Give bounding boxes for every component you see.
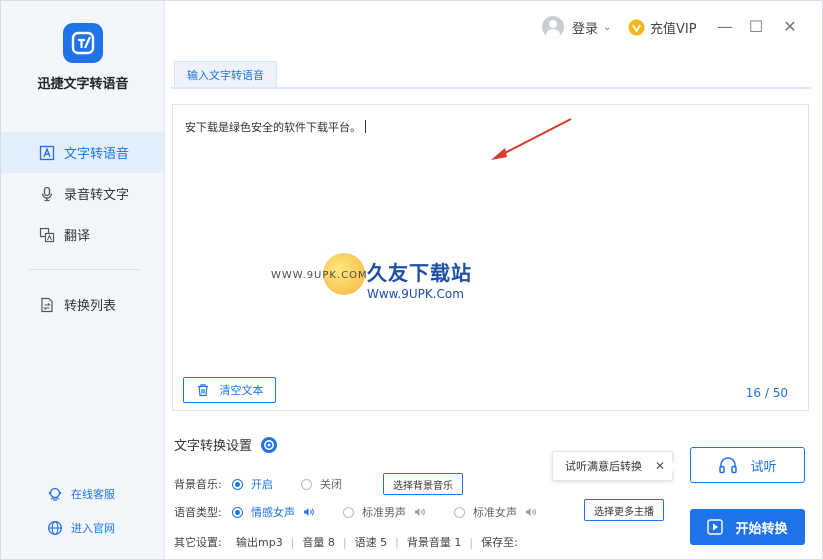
char-counter: 16 / 50 [745,386,788,400]
listen-label: 试听 [750,459,777,475]
volume-setting[interactable]: 音量 8 [302,534,335,550]
radio-dot [232,478,243,490]
vip-button[interactable]: 充值VIP [628,18,697,37]
choose-bg-music-button[interactable]: 选择背景音乐 [383,473,463,495]
settings-title: 文字转换设置 [174,435,278,454]
tooltip-text: 试听满意后转换 [565,460,642,473]
voice-standard-male-radio[interactable]: 标准男声 [343,504,426,520]
trash-icon [196,383,210,397]
speaker-icon[interactable] [414,507,426,517]
speaker-icon[interactable] [525,507,537,517]
sidebar: 迅捷文字转语音 文字转语音 录音转文字 翻译 转换列表 在线客服 进入官网 [1,1,165,559]
red-arrow-annotation [491,118,572,160]
start-convert-label: 开始转换 [735,521,788,537]
sidebar-item-label: 录音转文字 [64,188,130,203]
sidebar-item-label: 文字转语音 [64,147,130,162]
microphone-icon [39,186,55,202]
sidebar-item-translate[interactable]: 翻译 [1,214,164,255]
radio-label: 标准女声 [473,506,517,519]
voice-standard-female-radio[interactable]: 标准女声 [454,504,537,520]
voice-emotional-female-radio[interactable]: 情感女声 [232,504,315,520]
bg-volume-setting[interactable]: 背景音量 1 [407,534,462,550]
close-button[interactable]: ✕ [779,15,801,37]
bg-music-label: 背景音乐: [174,478,222,491]
watermark-small-text: WWW.9UPK.COM [271,270,368,281]
separator: | [395,535,399,549]
sidebar-item-label: 翻译 [64,229,91,244]
translate-icon [39,227,55,243]
sidebar-divider [29,269,141,270]
listen-tooltip: 试听满意后转换 ✕ [552,451,678,481]
voice-type-label: 语音类型: [174,506,222,519]
radio-dot [454,506,465,518]
maximize-button[interactable]: ☐ [745,15,767,37]
watermark-brand: 久友下载站 [367,261,472,285]
other-settings-label: 其它设置: [174,536,222,549]
radio-label: 情感女声 [251,506,295,519]
watermark-url: Www.9UPK.Com [367,287,464,301]
save-to-setting[interactable]: 保存至: [481,534,518,550]
output-format[interactable]: 输出mp3 [236,534,283,550]
official-site-link[interactable]: 进入官网 [47,520,115,536]
listen-button[interactable]: 试听 [690,447,805,483]
voice-type-row: 语音类型: 情感女声 标准男声 标准女声 [174,504,565,520]
separator: | [290,535,295,549]
separator: | [469,535,474,549]
login-label: 登录 [572,21,599,37]
text-caret [365,120,366,133]
minimize-button[interactable]: — [714,15,736,37]
tab-text-input[interactable]: 输入文字转语音 [174,61,277,87]
sidebar-item-label: 转换列表 [64,299,117,314]
other-settings-row: 其它设置: 输出mp3 | 音量 8 | 语速 5 | 背景音量 1 | 保存至… [174,534,518,550]
login-menu[interactable]: 登录 ⌄ [542,16,611,38]
online-service-link[interactable]: 在线客服 [47,486,115,502]
vip-label: 充值VIP [650,22,697,37]
watermark: WWW.9UPK.COM 久友下载站 Www.9UPK.Com [271,251,513,315]
globe-icon [47,520,63,536]
editor-text: 安下载是绿色安全的软件下载平台。 [185,121,361,134]
official-site-label: 进入官网 [71,522,115,535]
online-service-label: 在线客服 [71,488,115,501]
separator: | [342,535,347,549]
app-window: 迅捷文字转语音 文字转语音 录音转文字 翻译 转换列表 在线客服 进入官网 登录… [0,0,823,560]
convert-list-icon [39,297,55,313]
speed-setting[interactable]: 语速 5 [355,534,388,550]
clear-text-label: 清空文本 [219,384,264,397]
tooltip-close-icon[interactable]: ✕ [655,459,665,473]
sidebar-item-speech-to-text[interactable]: 录音转文字 [1,173,164,214]
avatar [542,16,564,38]
title-bar: 登录 ⌄ 充值VIP — ☐ ✕ [166,1,822,55]
bg-music-row: 背景音乐: 开启 关闭 [174,476,370,492]
customer-service-icon [47,486,63,502]
radio-label: 开启 [251,478,273,491]
radio-dot [343,506,354,518]
clear-text-button[interactable]: 清空文本 [183,377,276,403]
chevron-down-icon: ⌄ [603,21,612,33]
bg-music-on-radio[interactable]: 开启 [232,476,273,492]
gear-icon[interactable] [260,436,278,454]
editor-content[interactable]: 安下载是绿色安全的软件下载平台。 [185,119,366,135]
text-icon [39,145,55,161]
vip-diamond-icon [628,19,645,36]
settings-title-label: 文字转换设置 [174,439,253,454]
more-voices-button[interactable]: 选择更多主播 [584,499,664,521]
logo-icon [71,31,95,55]
radio-label: 标准男声 [362,506,406,519]
tab-underline [171,87,811,89]
radio-dot [232,506,243,518]
app-logo [63,23,103,63]
speaker-icon[interactable] [303,507,315,517]
bg-music-off-radio[interactable]: 关闭 [301,476,342,492]
sidebar-item-text-to-speech[interactable]: 文字转语音 [1,132,164,173]
radio-label: 关闭 [320,478,342,491]
app-name: 迅捷文字转语音 [37,77,129,92]
play-icon [707,519,724,535]
radio-dot [301,478,312,490]
headphones-icon [718,456,738,474]
sidebar-item-convert-list[interactable]: 转换列表 [1,284,164,325]
start-convert-button[interactable]: 开始转换 [690,509,805,545]
